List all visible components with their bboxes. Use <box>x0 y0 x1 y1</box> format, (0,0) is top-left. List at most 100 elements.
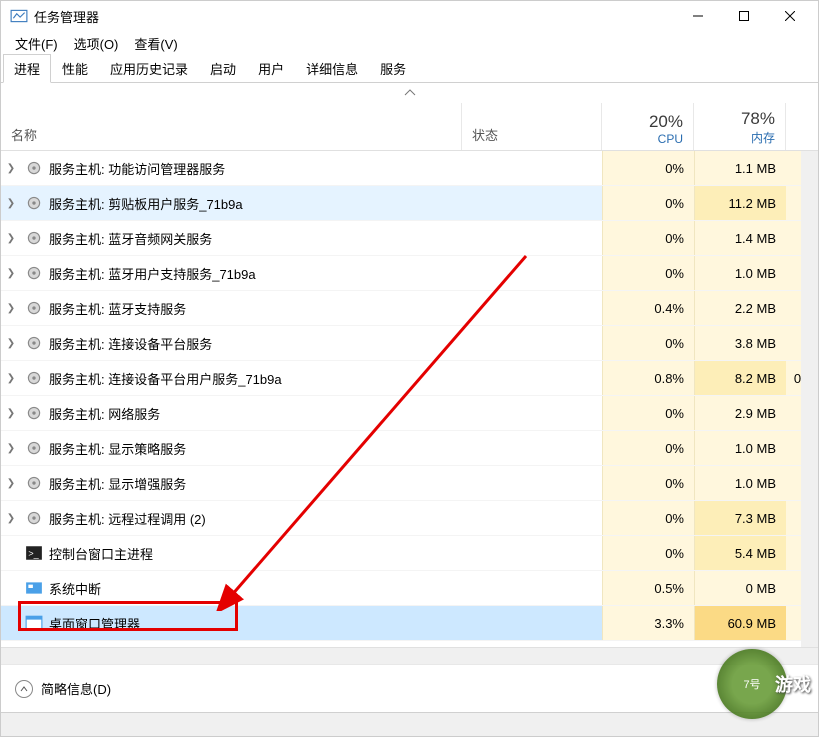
process-icon <box>25 334 43 352</box>
header-name[interactable]: 名称 <box>1 103 462 150</box>
header-status[interactable]: 状态 <box>462 103 602 150</box>
tab-3[interactable]: 启动 <box>199 54 247 83</box>
vertical-scrollbar[interactable] <box>801 151 818 647</box>
cpu-cell: 0.4% <box>602 291 694 325</box>
tab-0[interactable]: 进程 <box>3 54 51 83</box>
process-row[interactable]: ❯服务主机: 显示增强服务0%1.0 MB0 <box>1 466 818 501</box>
process-row[interactable]: ❯服务主机: 蓝牙用户支持服务_71b9a0%1.0 MB0 <box>1 256 818 291</box>
expand-icon[interactable]: ❯ <box>1 338 21 349</box>
process-icon <box>25 369 43 387</box>
menu-options[interactable]: 选项(O) <box>66 32 127 55</box>
column-headers: 名称 状态 20% CPU 78% 内存 <box>1 103 818 151</box>
process-row[interactable]: >_控制台窗口主进程0%5.4 MB0 <box>1 536 818 571</box>
cpu-cell: 0% <box>602 326 694 360</box>
mem-cell: 1.0 MB <box>694 431 786 465</box>
cpu-cell: 0% <box>602 151 694 185</box>
tab-2[interactable]: 应用历史记录 <box>99 54 199 83</box>
cpu-cell: 0% <box>602 186 694 220</box>
process-name: 服务主机: 连接设备平台服务 <box>49 334 462 353</box>
watermark: 7号 游戏 <box>717 649 811 719</box>
cpu-cell: 0% <box>602 431 694 465</box>
expand-icon[interactable]: ❯ <box>1 233 21 244</box>
process-row[interactable]: ❯服务主机: 功能访问管理器服务0%1.1 MB0 <box>1 151 818 186</box>
tab-1[interactable]: 性能 <box>51 54 99 83</box>
menubar: 文件(F) 选项(O) 查看(V) <box>1 31 818 55</box>
process-name: 服务主机: 功能访问管理器服务 <box>49 159 462 178</box>
menu-view[interactable]: 查看(V) <box>126 32 185 55</box>
process-name: 服务主机: 连接设备平台用户服务_71b9a <box>49 369 462 388</box>
mem-cell: 7.3 MB <box>694 501 786 535</box>
tab-6[interactable]: 服务 <box>369 54 417 83</box>
cpu-cell: 3.3% <box>602 606 694 640</box>
tab-4[interactable]: 用户 <box>247 54 295 83</box>
process-icon <box>25 509 43 527</box>
process-row[interactable]: ❯服务主机: 蓝牙支持服务0.4%2.2 MB0 <box>1 291 818 326</box>
maximize-button[interactable] <box>721 1 767 31</box>
process-row[interactable]: ❯服务主机: 蓝牙音频网关服务0%1.4 MB0 <box>1 221 818 256</box>
mem-cell: 0 MB <box>694 571 786 605</box>
mem-cell: 1.4 MB <box>694 221 786 255</box>
process-name: 服务主机: 蓝牙用户支持服务_71b9a <box>49 264 462 283</box>
footer: 简略信息(D) <box>1 664 818 712</box>
cpu-cell: 0.5% <box>602 571 694 605</box>
cpu-cell: 0% <box>602 466 694 500</box>
cpu-label: CPU <box>658 132 683 146</box>
horizontal-scrollbar[interactable] <box>1 647 818 664</box>
minimize-button[interactable] <box>675 1 721 31</box>
process-row[interactable]: 系统中断0.5%0 MB0 <box>1 571 818 606</box>
expand-icon[interactable]: ❯ <box>1 513 21 524</box>
expand-icon[interactable]: ❯ <box>1 163 21 174</box>
process-name: 服务主机: 蓝牙支持服务 <box>49 299 462 318</box>
process-icon <box>25 439 43 457</box>
process-icon <box>25 579 43 597</box>
menu-file[interactable]: 文件(F) <box>7 32 66 55</box>
process-icon <box>25 614 43 632</box>
mem-percent: 78% <box>741 109 775 129</box>
process-row[interactable]: ❯服务主机: 剪贴板用户服务_71b9a0%11.2 MB0 <box>1 186 818 221</box>
cpu-cell: 0% <box>602 221 694 255</box>
process-row[interactable]: ❯服务主机: 连接设备平台用户服务_71b9a0.8%8.2 MB0.1 <box>1 361 818 396</box>
collapse-icon[interactable] <box>15 680 33 698</box>
mem-cell: 11.2 MB <box>694 186 786 220</box>
process-row[interactable]: 桌面窗口管理器3.3%60.9 MB0 <box>1 606 818 641</box>
titlebar[interactable]: 任务管理器 <box>1 1 818 31</box>
process-icon: >_ <box>25 544 43 562</box>
expand-icon[interactable]: ❯ <box>1 443 21 454</box>
process-icon <box>25 159 43 177</box>
window-title: 任务管理器 <box>34 7 675 26</box>
process-row[interactable]: ❯服务主机: 显示策略服务0%1.0 MB0 <box>1 431 818 466</box>
tab-bar: 进程性能应用历史记录启动用户详细信息服务 <box>1 55 818 83</box>
cpu-cell: 0% <box>602 256 694 290</box>
tab-5[interactable]: 详细信息 <box>295 54 369 83</box>
expand-icon[interactable]: ❯ <box>1 373 21 384</box>
process-name: 控制台窗口主进程 <box>49 544 462 563</box>
mem-cell: 8.2 MB <box>694 361 786 395</box>
process-list: ❯服务主机: 功能访问管理器服务0%1.1 MB0❯服务主机: 剪贴板用户服务_… <box>1 151 818 647</box>
brief-info-link[interactable]: 简略信息(D) <box>41 679 111 698</box>
statusbar <box>1 712 818 736</box>
process-icon <box>25 299 43 317</box>
expand-icon[interactable]: ❯ <box>1 198 21 209</box>
header-memory[interactable]: 78% 内存 <box>694 103 786 150</box>
mem-cell: 2.9 MB <box>694 396 786 430</box>
svg-text:>_: >_ <box>28 548 39 558</box>
expand-icon[interactable]: ❯ <box>1 303 21 314</box>
process-name: 服务主机: 显示策略服务 <box>49 439 462 458</box>
mem-cell: 3.8 MB <box>694 326 786 360</box>
process-icon <box>25 404 43 422</box>
expand-icon[interactable]: ❯ <box>1 478 21 489</box>
process-row[interactable]: ❯服务主机: 远程过程调用 (2)0%7.3 MB0 <box>1 501 818 536</box>
header-cpu[interactable]: 20% CPU <box>602 103 694 150</box>
process-row[interactable]: ❯服务主机: 网络服务0%2.9 MB0 <box>1 396 818 431</box>
cpu-percent: 20% <box>649 112 683 132</box>
process-name: 服务主机: 显示增强服务 <box>49 474 462 493</box>
expand-icon[interactable]: ❯ <box>1 408 21 419</box>
expand-icon[interactable]: ❯ <box>1 268 21 279</box>
close-button[interactable] <box>767 1 813 31</box>
process-icon <box>25 264 43 282</box>
mem-cell: 1.0 MB <box>694 256 786 290</box>
process-row[interactable]: ❯服务主机: 连接设备平台服务0%3.8 MB0 <box>1 326 818 361</box>
collapse-toggle[interactable] <box>1 83 818 103</box>
cpu-cell: 0% <box>602 536 694 570</box>
cpu-cell: 0.8% <box>602 361 694 395</box>
